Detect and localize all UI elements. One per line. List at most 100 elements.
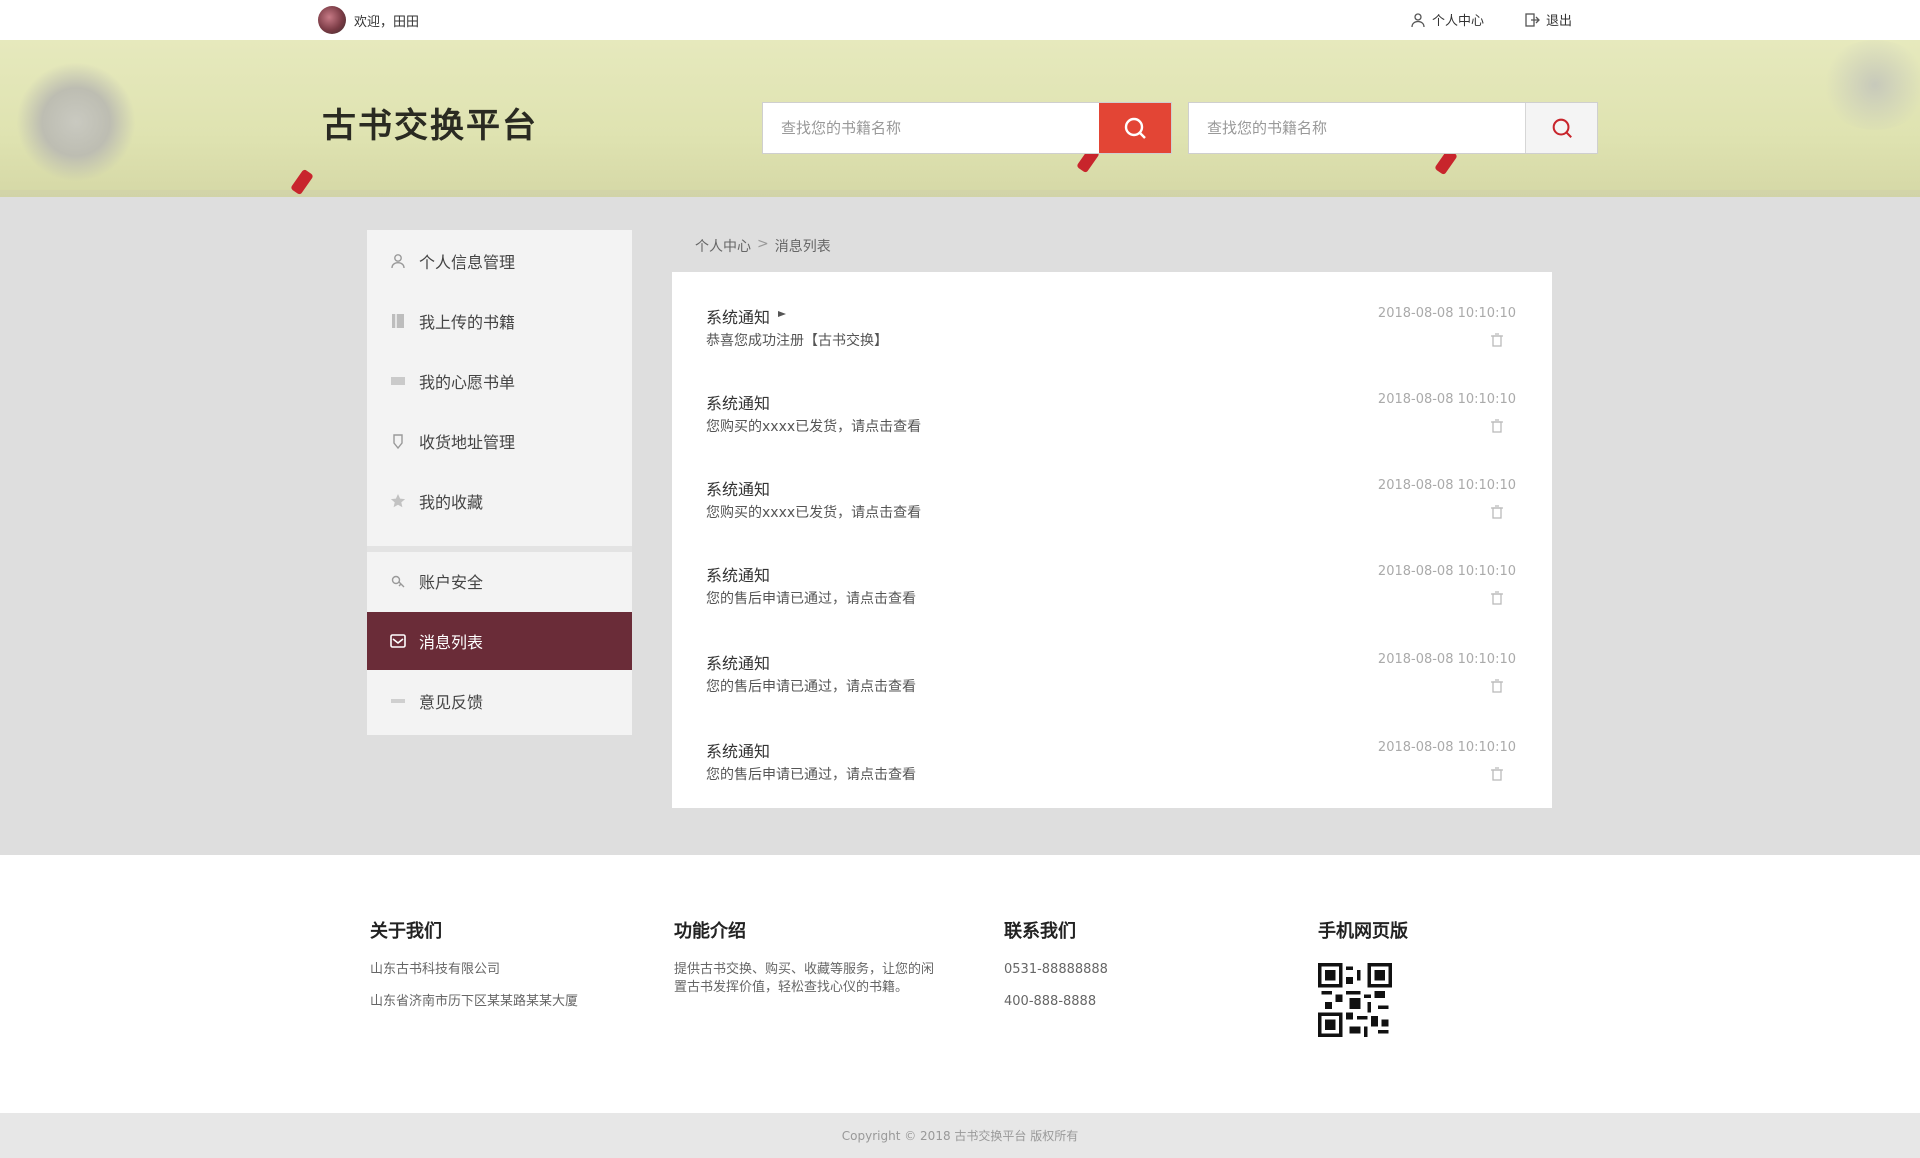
sidebar-item-wishlist[interactable]: 我的心愿书单 — [367, 352, 632, 410]
message-title-row: 系统通知 — [706, 304, 788, 328]
footer-mobile-title: 手机网页版 — [1318, 921, 1408, 942]
sidebar-item-profile[interactable]: 个人信息管理 — [367, 232, 632, 290]
message-item[interactable]: 系统通知 您的售后申请已通过，请点击查看 2018-08-08 10:10:10 — [706, 618, 1516, 698]
search-bar-secondary — [1188, 102, 1598, 154]
footer-features-text: 提供古书交换、购买、收藏等服务，让您的闲置古书发挥价值，轻松查找心仪的书籍。 — [674, 962, 935, 995]
delete-icon[interactable] — [1490, 678, 1504, 694]
message-body: 您的售后申请已通过，请点击查看 — [706, 679, 916, 695]
search-input[interactable] — [763, 103, 1100, 153]
message-title: 系统通知 — [706, 566, 771, 585]
sidebar-item-label: 我的收藏 — [419, 493, 484, 512]
message-body: 您的售后申请已通过，请点击查看 — [706, 591, 916, 607]
logout-icon — [1525, 12, 1540, 27]
avatar[interactable] — [318, 6, 346, 34]
footer-contact-line: 400-888-8888 — [1004, 994, 1097, 1009]
list-icon — [391, 377, 405, 385]
message-item[interactable]: 系统通知 您购买的xxxx已发货，请点击查看 2018-08-08 10:10:… — [706, 358, 1516, 438]
message-title-row: 系统通知 — [706, 650, 770, 674]
user-icon — [1411, 12, 1425, 27]
sidebar-item-label: 收货地址管理 — [419, 433, 516, 452]
logout-link[interactable]: 退出 — [1524, 10, 1572, 29]
banner-ridge — [0, 190, 1920, 197]
message-title: 系统通知 — [706, 394, 771, 413]
delete-icon[interactable] — [1490, 332, 1504, 348]
search-bar-primary — [762, 102, 1172, 154]
footer-contact-title: 联系我们 — [1004, 921, 1076, 942]
message-body: 您的售后申请已通过，请点击查看 — [706, 767, 916, 783]
footer-about-title: 关于我们 — [370, 921, 442, 942]
message-list: 系统通知 恭喜您成功注册【古书交换】 2018-08-08 10:10:10 系… — [672, 272, 1552, 808]
delete-icon[interactable] — [1490, 504, 1504, 520]
delete-icon[interactable] — [1490, 766, 1504, 782]
message-body: 您购买的xxxx已发货，请点击查看 — [706, 419, 922, 435]
breadcrumb-home[interactable]: 个人中心 — [695, 236, 751, 256]
message-title-row: 系统通知 — [706, 390, 770, 414]
breadcrumb-separator: > — [757, 236, 769, 252]
header-banner: 古书交换平台 — [0, 40, 1920, 197]
message-title: 系统通知 — [706, 308, 771, 327]
welcome-text: 欢迎，田田 — [354, 14, 420, 30]
message-time: 2018-08-08 10:10:10 — [1377, 392, 1516, 407]
delete-icon[interactable] — [1490, 590, 1504, 606]
message-title: 系统通知 — [706, 742, 771, 761]
ink-painting-decoration — [16, 62, 136, 182]
footer-contact-line: 0531-88888888 — [1004, 962, 1108, 977]
sidebar-item-security[interactable]: 账户安全 — [367, 552, 632, 610]
search-icon — [1124, 117, 1147, 139]
star-icon — [390, 494, 406, 508]
location-icon — [393, 434, 403, 450]
message-time: 2018-08-08 10:10:10 — [1377, 564, 1516, 579]
message-item[interactable]: 系统通知 您购买的xxxx已发货，请点击查看 2018-08-08 10:10:… — [706, 444, 1516, 524]
search-icon — [1552, 118, 1572, 138]
breadcrumb-current: 消息列表 — [774, 239, 831, 255]
sidebar-item-label: 我的心愿书单 — [419, 373, 516, 392]
message-body: 恭喜您成功注册【古书交换】 — [706, 333, 888, 349]
sidebar-menu: 个人信息管理 我上传的书籍 我的心愿书单 收货地址管理 我的收藏 账户安全 消息… — [367, 230, 632, 735]
footer-features: 功能介绍 提供古书交换、购买、收藏等服务，让您的闲置古书发挥价值，轻松查找心仪的… — [674, 917, 944, 1011]
message-time: 2018-08-08 10:10:10 — [1377, 306, 1516, 321]
sidebar-item-label: 消息列表 — [419, 633, 484, 652]
ink-painting-decoration — [1820, 40, 1920, 130]
search-button[interactable] — [1525, 103, 1597, 153]
user-center-link[interactable]: 个人中心 — [1410, 10, 1484, 29]
flag-icon — [778, 311, 787, 321]
message-time: 2018-08-08 10:10:10 — [1377, 478, 1516, 493]
book-icon — [392, 314, 404, 328]
copyright-bar: Copyright © 2018 古书交换平台 版权所有 — [0, 1113, 1920, 1158]
sidebar-item-uploaded-books[interactable]: 我上传的书籍 — [367, 292, 632, 350]
sidebar-item-messages[interactable]: 消息列表 — [367, 612, 632, 670]
message-item[interactable]: 系统通知 您的售后申请已通过，请点击查看 2018-08-08 10:10:10 — [706, 706, 1516, 786]
sidebar-item-label: 账户安全 — [419, 573, 484, 592]
message-time: 2018-08-08 10:10:10 — [1377, 740, 1516, 755]
message-title-row: 系统通知 — [706, 738, 770, 762]
footer: 关于我们 山东古书科技有限公司 山东省济南市历下区某某路某某大厦 功能介绍 提供… — [0, 855, 1920, 1113]
sidebar-item-label: 我上传的书籍 — [419, 313, 516, 332]
user-center-label: 个人中心 — [1432, 14, 1485, 29]
qr-code-icon[interactable] — [1318, 963, 1392, 1037]
message-title-row: 系统通知 — [706, 476, 770, 500]
message-title: 系统通知 — [706, 480, 771, 499]
breadcrumb: 个人中心 > 消息列表 — [695, 236, 831, 256]
footer-about-line: 山东古书科技有限公司 — [370, 962, 501, 977]
footer-about: 关于我们 山东古书科技有限公司 山东省济南市历下区某某路某某大厦 — [370, 917, 630, 1025]
message-title-row: 系统通知 — [706, 562, 770, 586]
message-body: 您购买的xxxx已发货，请点击查看 — [706, 505, 922, 521]
sidebar-item-feedback[interactable]: 意见反馈 — [367, 672, 632, 730]
footer-about-line: 山东省济南市历下区某某路某某大厦 — [370, 994, 579, 1009]
footer-mobile: 手机网页版 — [1318, 917, 1518, 1041]
site-logo[interactable]: 古书交换平台 — [322, 98, 538, 147]
sidebar-item-address[interactable]: 收货地址管理 — [367, 412, 632, 470]
user-icon — [391, 254, 405, 269]
sidebar-item-favorites[interactable]: 我的收藏 — [367, 472, 632, 530]
footer-contact: 联系我们 0531-88888888 400-888-8888 — [1004, 917, 1204, 1025]
message-item[interactable]: 系统通知 恭喜您成功注册【古书交换】 2018-08-08 10:10:10 — [706, 272, 1516, 352]
message-time: 2018-08-08 10:10:10 — [1377, 652, 1516, 667]
lock-icon — [391, 575, 405, 588]
search-input[interactable] — [1189, 103, 1526, 153]
message-item[interactable]: 系统通知 您的售后申请已通过，请点击查看 2018-08-08 10:10:10 — [706, 530, 1516, 610]
top-bar: 欢迎，田田 个人中心 退出 — [0, 0, 1920, 40]
search-button[interactable] — [1099, 103, 1171, 153]
sidebar-item-label: 个人信息管理 — [419, 253, 516, 272]
message-title: 系统通知 — [706, 654, 771, 673]
delete-icon[interactable] — [1490, 418, 1504, 434]
